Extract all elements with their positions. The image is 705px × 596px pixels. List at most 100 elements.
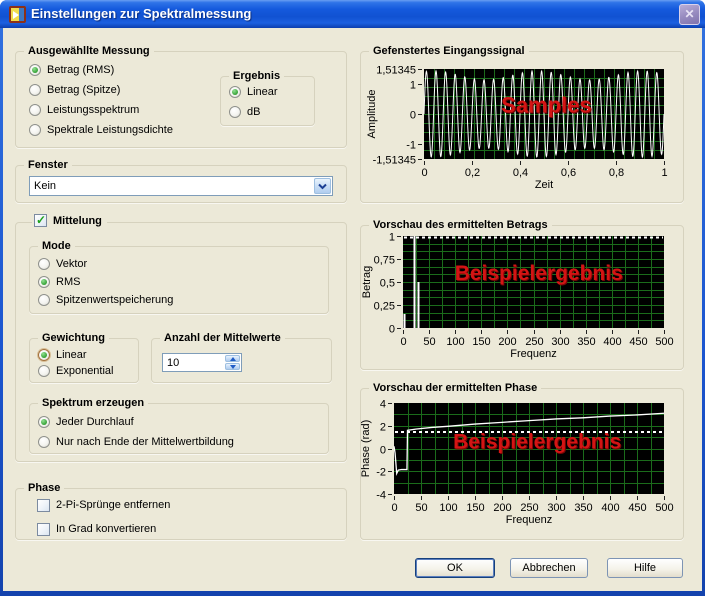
radio-group-spektrum: Jeder Durchlauf Nur nach Ende der Mittelw… [38,412,234,452]
svg-text:250: 250 [520,502,538,514]
titlebar: Einstellungen zur Spektralmessung ✕ [0,0,705,28]
svg-text:300: 300 [547,502,565,514]
radio-option-0[interactable]: Betrag (RMS) [29,60,173,80]
svg-text:150: 150 [466,502,484,514]
help-button[interactable]: Hilfe [607,558,683,578]
svg-text:0: 0 [400,336,406,348]
chart-vorschau-phase: 0 50 100 150 200 250 300 350 400 450 500 4 2 0 -2 -4 Fre… [361,399,674,527]
svg-text:0,6: 0,6 [561,167,576,179]
radio-icon[interactable] [29,84,41,96]
radio-icon[interactable] [38,365,50,377]
svg-text:Phase (rad): Phase (rad) [361,420,372,477]
group-fenster: Fenster Kein [15,158,347,203]
ok-button[interactable]: OK [415,558,495,578]
spinner-up-icon[interactable] [225,355,240,362]
svg-text:Beispielergebnis: Beispielergebnis [455,262,623,285]
radio-icon[interactable] [38,349,50,361]
group-anzahl-mittelwerte: Anzahl der Mittelwerte 10 [151,331,332,383]
radio-icon[interactable] [38,294,50,306]
checkbox-icon[interactable] [37,498,50,512]
svg-text:-1: -1 [406,140,416,152]
radio-icon[interactable] [38,416,50,428]
svg-text:0,4: 0,4 [513,167,528,179]
anzahl-mittelwerte-input[interactable]: 10 [162,353,242,372]
radio-label: Nur nach Ende der Mittelwertbildung [56,436,234,448]
radio-option-1[interactable]: Exponential [38,363,114,379]
chart-vorschau-betrag: 0 50 100 150 200 250 300 350 400 450 500 1 0,75 0,5 0,… [361,232,674,361]
svg-text:-4: -4 [376,490,386,502]
svg-text:Betrag: Betrag [361,266,373,298]
group-gewichtung: Gewichtung Linear Exponential [29,331,139,383]
radio-icon[interactable] [29,104,41,116]
radio-option-0[interactable]: Vektor [38,255,173,273]
checkbox-label: In Grad konvertieren [56,523,157,535]
radio-icon[interactable] [38,258,50,270]
chevron-down-icon[interactable] [314,178,331,194]
radio-icon[interactable] [229,86,241,98]
radio-option-1[interactable]: RMS [38,273,173,291]
chart-gefenstertes-eingangssignal: 0 0,2 0,4 0,6 0,8 1 1,51345 1 0 -1 -1,51345 Zeit Amp… [366,65,668,192]
anzahl-mittelwerte-value: 10 [167,357,180,369]
radio-option-1[interactable]: dB [229,102,278,122]
radio-icon[interactable] [38,276,50,288]
radio-icon[interactable] [29,124,41,136]
radio-option-2[interactable]: Spitzenwertspeicherung [38,291,173,309]
radio-label: Leistungsspektrum [47,104,140,116]
radio-icon[interactable] [29,64,41,76]
close-icon[interactable]: ✕ [679,4,700,25]
spinner-down-icon[interactable] [225,363,240,370]
radio-label: dB [247,106,261,118]
svg-text:0: 0 [410,110,416,122]
radio-label: Linear [56,349,87,361]
svg-text:150: 150 [472,336,490,348]
radio-label: Exponential [56,365,114,377]
radio-group-messung: Betrag (RMS) Betrag (Spitze) Leistungsspek… [29,60,173,140]
group-title-mode: Mode [38,239,75,253]
svg-text:-1,51345: -1,51345 [373,155,416,167]
group-chart-phase: Vorschau der ermittelten Phase 0 50 100 150… [360,381,684,540]
checkbox-icon[interactable] [37,522,50,536]
mittelung-checkbox[interactable] [34,213,47,227]
svg-text:1: 1 [389,232,395,244]
svg-text:500: 500 [655,336,673,348]
svg-text:2: 2 [380,422,386,434]
svg-text:1: 1 [410,80,416,92]
svg-text:4: 4 [380,399,386,411]
radio-option-2[interactable]: Leistungsspektrum [29,100,173,120]
group-ergebnis: Ergebnis Linear dB [220,69,315,126]
svg-text:0,25: 0,25 [374,301,395,313]
cancel-button[interactable]: Abbrechen [510,558,588,578]
radio-icon[interactable] [38,436,50,448]
radio-option-0[interactable]: Linear [229,82,278,102]
group-mittelung: Mittelung Mode Vektor RMS Spitzenwertspeic… [15,213,347,462]
mittelung-toggle[interactable]: Mittelung [32,213,107,227]
radio-option-3[interactable]: Spektrale Leistungsdichte [29,120,173,140]
svg-text:0,8: 0,8 [609,167,624,179]
svg-text:350: 350 [574,502,592,514]
group-title-fenster: Fenster [24,158,72,172]
svg-text:500: 500 [655,502,673,514]
labview-app-icon [9,6,26,23]
radio-label: Vektor [56,258,88,270]
radio-option-0[interactable]: Jeder Durchlauf [38,412,234,432]
svg-text:200: 200 [493,502,511,514]
radio-option-0[interactable]: Linear [38,347,114,363]
group-title-anzahl: Anzahl der Mittelwerte [160,331,285,345]
checkbox-option-0[interactable]: 2-Pi-Sprünge entfernen [37,493,170,517]
svg-text:200: 200 [498,336,516,348]
radio-option-1[interactable]: Betrag (Spitze) [29,80,173,100]
svg-text:100: 100 [439,502,457,514]
group-mode: Mode Vektor RMS Spitzenwertspeicherung [29,239,329,314]
fenster-dropdown[interactable]: Kein [29,176,333,196]
radio-option-1[interactable]: Nur nach Ende der Mittelwertbildung [38,432,234,452]
group-title-spektrum: Spektrum erzeugen [38,396,149,410]
svg-text:100: 100 [446,336,464,348]
checkbox-option-1[interactable]: In Grad konvertieren [37,517,170,541]
radio-icon[interactable] [229,106,241,118]
radio-label: Betrag (RMS) [47,64,115,76]
radio-group-ergebnis: Linear dB [229,82,278,122]
fenster-dropdown-value: Kein [34,180,57,192]
dialog-window: Einstellungen zur Spektralmessung ✕ Ausg… [0,0,705,596]
radio-group-gewichtung: Linear Exponential [38,347,114,379]
svg-text:0,75: 0,75 [374,255,395,267]
